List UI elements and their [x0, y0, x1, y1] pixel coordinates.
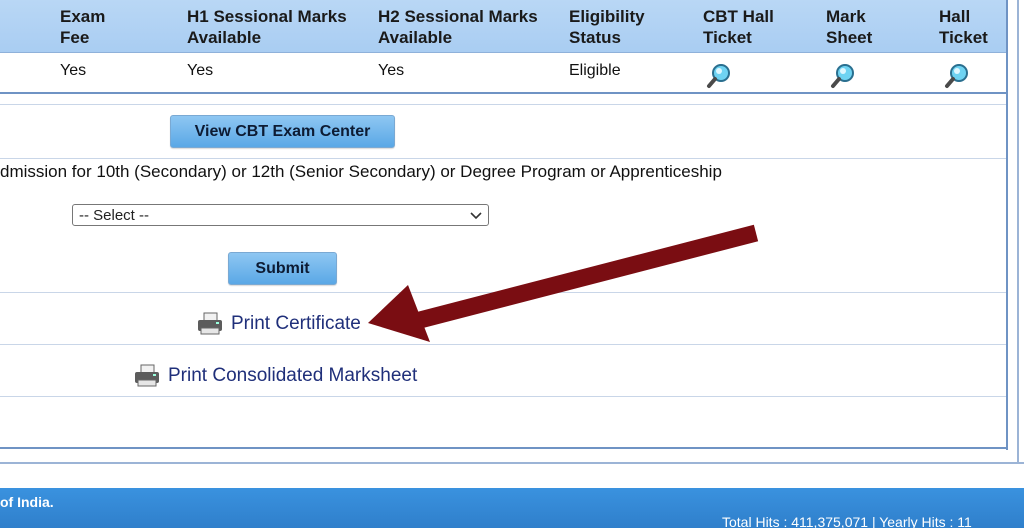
view-cbt-exam-center-button[interactable]: View CBT Exam Center	[170, 115, 395, 148]
footer: of India. Total Hits : 411,375,071 | Yea…	[0, 488, 1024, 530]
cell-h2: Yes	[378, 62, 405, 79]
outer-border	[1017, 0, 1019, 464]
footer-org: of India.	[0, 494, 54, 510]
hall-ticket-zoom-icon[interactable]	[944, 63, 970, 89]
header-eligibility: Eligibility Status	[569, 7, 645, 47]
print-consolidated-marksheet-link[interactable]: Print Consolidated Marksheet	[168, 365, 417, 387]
divider	[0, 292, 1006, 293]
header-h1-sessional: H1 Sessional Marks Available	[187, 7, 347, 47]
cbt-hall-ticket-zoom-icon[interactable]	[706, 63, 732, 89]
select-value: -- Select --	[79, 207, 150, 224]
chevron-down-icon	[470, 212, 482, 220]
header-mark-sheet: Mark Sheet	[826, 7, 873, 47]
header-exam-fee: Exam Fee	[60, 7, 106, 47]
cell-h1: Yes	[187, 62, 214, 79]
results-table-header: Exam Fee H1 Sessional Marks Available H2…	[0, 0, 1006, 53]
divider	[0, 344, 1006, 345]
header-h2-sessional: H2 Sessional Marks Available	[378, 7, 538, 47]
printer-icon	[135, 364, 159, 387]
submit-button[interactable]: Submit	[228, 252, 337, 285]
divider	[0, 396, 1006, 397]
mark-sheet-zoom-icon[interactable]	[830, 63, 856, 89]
printer-icon	[198, 312, 222, 335]
table-bottom-border	[0, 92, 1006, 94]
header-cbt-hall-ticket: CBT Hall Ticket	[703, 7, 774, 47]
admission-question: dmission for 10th (Secondary) or 12th (S…	[0, 162, 722, 181]
divider	[0, 158, 1006, 159]
frame-border	[1006, 0, 1008, 450]
outer-border	[0, 462, 1024, 464]
print-certificate-link[interactable]: Print Certificate	[231, 313, 361, 335]
header-hall-ticket: Hall Ticket	[939, 7, 988, 47]
cell-eligibility: Eligible	[569, 62, 621, 79]
admission-select[interactable]: -- Select --	[72, 204, 489, 226]
divider	[0, 104, 1006, 105]
cell-exam-fee: Yes	[60, 62, 87, 79]
frame-border	[0, 447, 1008, 449]
